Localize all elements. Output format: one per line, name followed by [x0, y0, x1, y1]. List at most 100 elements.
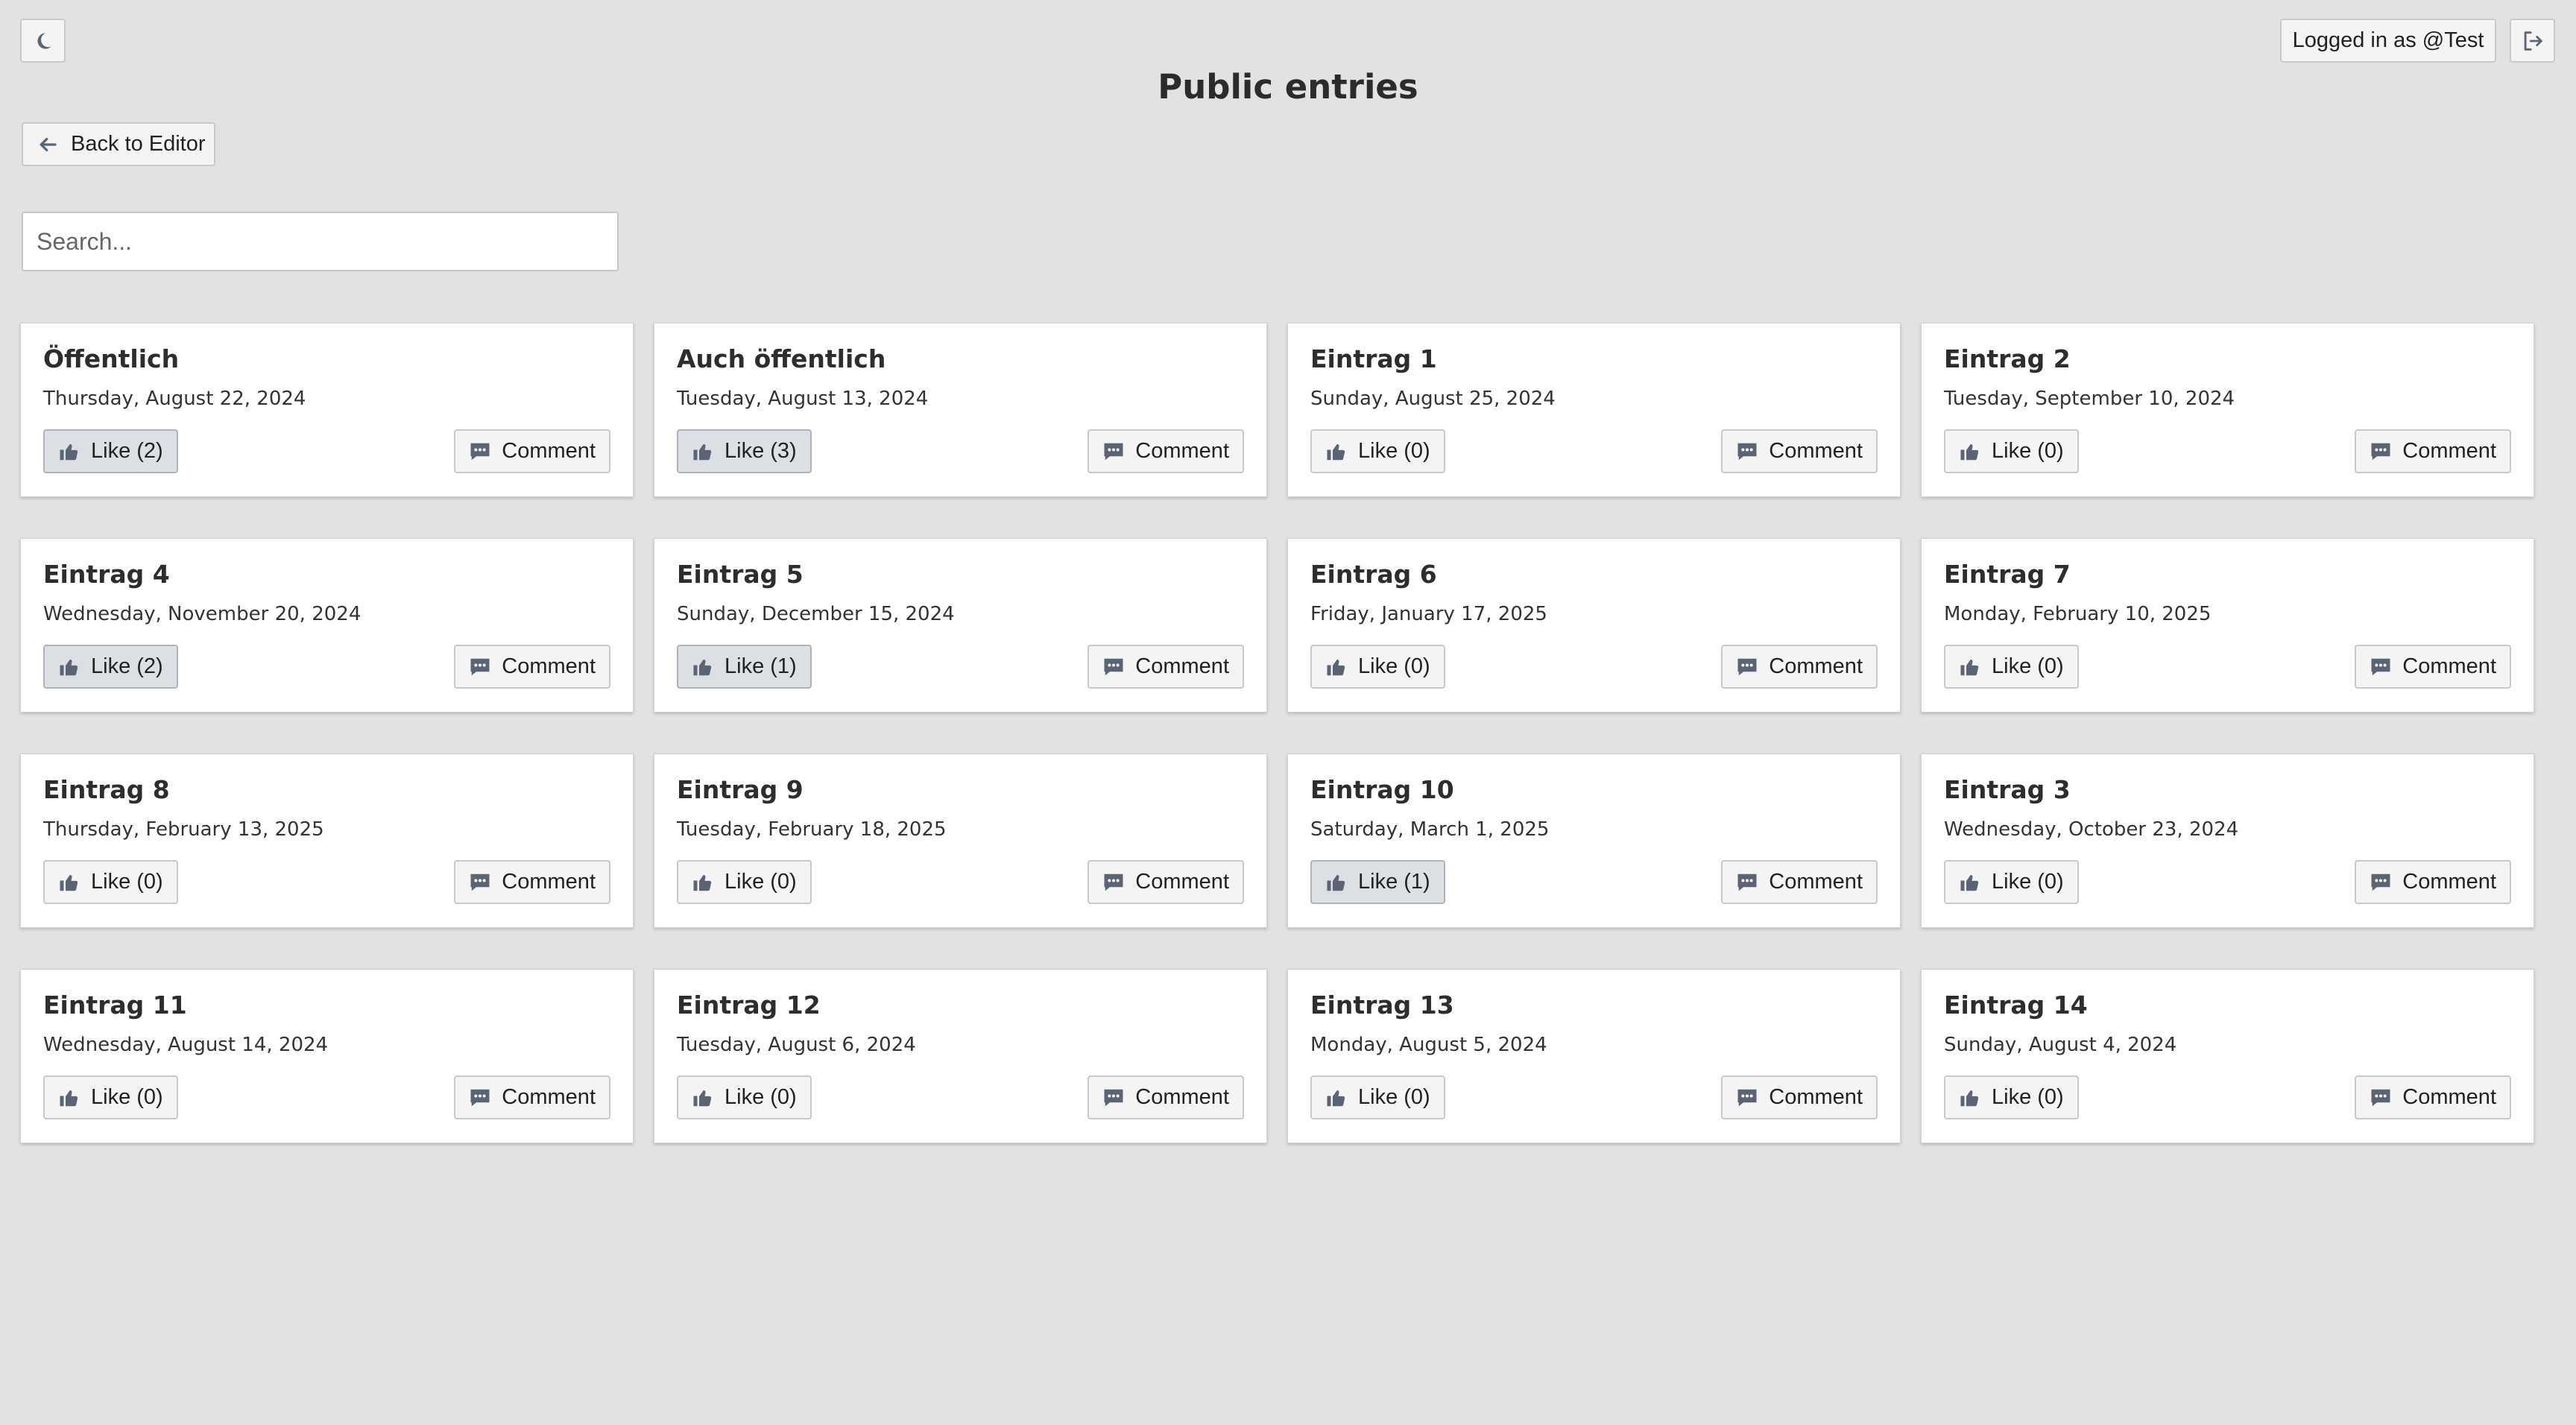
comment-icon: [1736, 656, 1758, 678]
entry-card[interactable]: Eintrag 2 Tuesday, September 10, 2024 Like…: [1921, 323, 2534, 497]
back-to-editor-button[interactable]: Back to Editor: [22, 122, 215, 166]
comment-icon: [469, 656, 491, 678]
search-input[interactable]: [22, 212, 619, 271]
entry-card[interactable]: Auch öffentlich Tuesday, August 13, 2024 L…: [654, 323, 1267, 497]
comment-label: Comment: [2402, 870, 2496, 894]
logged-in-user-badge[interactable]: Logged in as @Test: [2280, 19, 2496, 63]
thumbs-up-icon: [1325, 871, 1348, 894]
comment-button[interactable]: Comment: [1087, 429, 1244, 473]
like-button[interactable]: Like (1): [677, 645, 812, 689]
theme-toggle-button[interactable]: [20, 19, 66, 63]
like-label: Like (0): [724, 1085, 797, 1109]
arrow-left-icon: [37, 133, 59, 156]
entries-grid: Öffentlich Thursday, August 22, 2024 Like …: [20, 323, 2534, 1143]
comment-label: Comment: [1135, 1085, 1229, 1109]
entry-card[interactable]: Eintrag 6 Friday, January 17, 2025 Like (0…: [1287, 538, 1901, 712]
like-label: Like (0): [91, 1085, 163, 1109]
entry-card[interactable]: Eintrag 14 Sunday, August 4, 2024 Like (0)…: [1921, 969, 2534, 1143]
entry-date: Saturday, March 1, 2025: [1310, 818, 1550, 841]
like-label: Like (0): [91, 870, 163, 894]
entry-date: Tuesday, February 18, 2025: [677, 818, 947, 841]
like-button[interactable]: Like (1): [1310, 860, 1445, 904]
entry-card[interactable]: Eintrag 3 Wednesday, October 23, 2024 Like…: [1921, 753, 2534, 928]
like-button[interactable]: Like (0): [677, 860, 812, 904]
entry-title: Eintrag 12: [677, 990, 821, 1020]
entry-title: Eintrag 5: [677, 560, 804, 589]
logout-button[interactable]: [2510, 19, 2555, 63]
thumbs-up-icon: [1959, 1087, 1981, 1109]
thumbs-up-icon: [58, 440, 80, 463]
like-button[interactable]: Like (0): [1944, 860, 2079, 904]
like-button[interactable]: Like (0): [677, 1075, 812, 1119]
like-button[interactable]: Like (0): [1310, 429, 1445, 473]
entry-card[interactable]: Eintrag 12 Tuesday, August 6, 2024 Like (0…: [654, 969, 1267, 1143]
entry-card[interactable]: Öffentlich Thursday, August 22, 2024 Like …: [20, 323, 634, 497]
comment-button[interactable]: Comment: [454, 860, 610, 904]
moon-icon: [32, 30, 54, 52]
comment-button[interactable]: Comment: [1721, 429, 1878, 473]
like-button[interactable]: Like (0): [1944, 429, 2079, 473]
comment-label: Comment: [502, 439, 596, 463]
entry-date: Wednesday, November 20, 2024: [43, 603, 362, 625]
entry-card[interactable]: Eintrag 11 Wednesday, August 14, 2024 Like…: [20, 969, 634, 1143]
entry-title: Eintrag 2: [1944, 344, 2071, 373]
comment-button[interactable]: Comment: [1721, 645, 1878, 689]
comment-label: Comment: [2402, 654, 2496, 678]
entry-date: Tuesday, August 6, 2024: [677, 1034, 916, 1056]
like-label: Like (2): [91, 654, 163, 678]
entry-card[interactable]: Eintrag 9 Tuesday, February 18, 2025 Like …: [654, 753, 1267, 928]
entry-title: Öffentlich: [43, 344, 180, 373]
comment-icon: [469, 1087, 491, 1109]
entry-date: Tuesday, August 13, 2024: [677, 388, 929, 410]
entry-card[interactable]: Eintrag 10 Saturday, March 1, 2025 Like (1…: [1287, 753, 1901, 928]
like-label: Like (0): [1358, 654, 1430, 678]
comment-button[interactable]: Comment: [1721, 1075, 1878, 1119]
entry-title: Eintrag 11: [43, 990, 187, 1020]
like-button[interactable]: Like (3): [677, 429, 812, 473]
like-button[interactable]: Like (2): [43, 429, 178, 473]
entry-date: Sunday, August 25, 2024: [1310, 388, 1556, 410]
like-label: Like (0): [1992, 654, 2064, 678]
like-button[interactable]: Like (0): [43, 860, 178, 904]
like-button[interactable]: Like (0): [1944, 645, 2079, 689]
entry-title: Auch öffentlich: [677, 344, 886, 373]
entry-title: Eintrag 13: [1310, 990, 1454, 1020]
comment-icon: [2370, 656, 2392, 678]
entry-date: Thursday, August 22, 2024: [43, 388, 306, 410]
entry-date: Thursday, February 13, 2025: [43, 818, 324, 841]
like-label: Like (0): [1992, 1085, 2064, 1109]
comment-button[interactable]: Comment: [1721, 860, 1878, 904]
comment-button[interactable]: Comment: [454, 645, 610, 689]
entry-card[interactable]: Eintrag 1 Sunday, August 25, 2024 Like (0)…: [1287, 323, 1901, 497]
comment-button[interactable]: Comment: [1087, 860, 1244, 904]
comment-button[interactable]: Comment: [1087, 1075, 1244, 1119]
like-label: Like (1): [1358, 870, 1430, 894]
thumbs-up-icon: [692, 440, 714, 463]
comment-button[interactable]: Comment: [1087, 645, 1244, 689]
entry-date: Monday, August 5, 2024: [1310, 1034, 1547, 1056]
comment-icon: [1102, 871, 1125, 894]
like-button[interactable]: Like (0): [1310, 645, 1445, 689]
page-title: Public entries: [1158, 67, 1418, 107]
entry-title: Eintrag 6: [1310, 560, 1437, 589]
like-button[interactable]: Like (0): [1944, 1075, 2079, 1119]
like-button[interactable]: Like (2): [43, 645, 178, 689]
entry-card[interactable]: Eintrag 7 Monday, February 10, 2025 Like (…: [1921, 538, 2534, 712]
comment-button[interactable]: Comment: [2355, 429, 2511, 473]
entry-card[interactable]: Eintrag 8 Thursday, February 13, 2025 Like…: [20, 753, 634, 928]
entry-date: Friday, January 17, 2025: [1310, 603, 1547, 625]
comment-button[interactable]: Comment: [2355, 1075, 2511, 1119]
comment-button[interactable]: Comment: [454, 1075, 610, 1119]
comment-button[interactable]: Comment: [454, 429, 610, 473]
like-button[interactable]: Like (0): [1310, 1075, 1445, 1119]
comment-icon: [1102, 656, 1125, 678]
like-button[interactable]: Like (0): [43, 1075, 178, 1119]
entry-card[interactable]: Eintrag 13 Monday, August 5, 2024 Like (0)…: [1287, 969, 1901, 1143]
comment-button[interactable]: Comment: [2355, 645, 2511, 689]
entry-card[interactable]: Eintrag 4 Wednesday, November 20, 2024 Lik…: [20, 538, 634, 712]
comment-label: Comment: [1135, 439, 1229, 463]
logout-icon: [2520, 28, 2545, 54]
comment-icon: [2370, 871, 2392, 894]
comment-button[interactable]: Comment: [2355, 860, 2511, 904]
entry-card[interactable]: Eintrag 5 Sunday, December 15, 2024 Like (…: [654, 538, 1267, 712]
